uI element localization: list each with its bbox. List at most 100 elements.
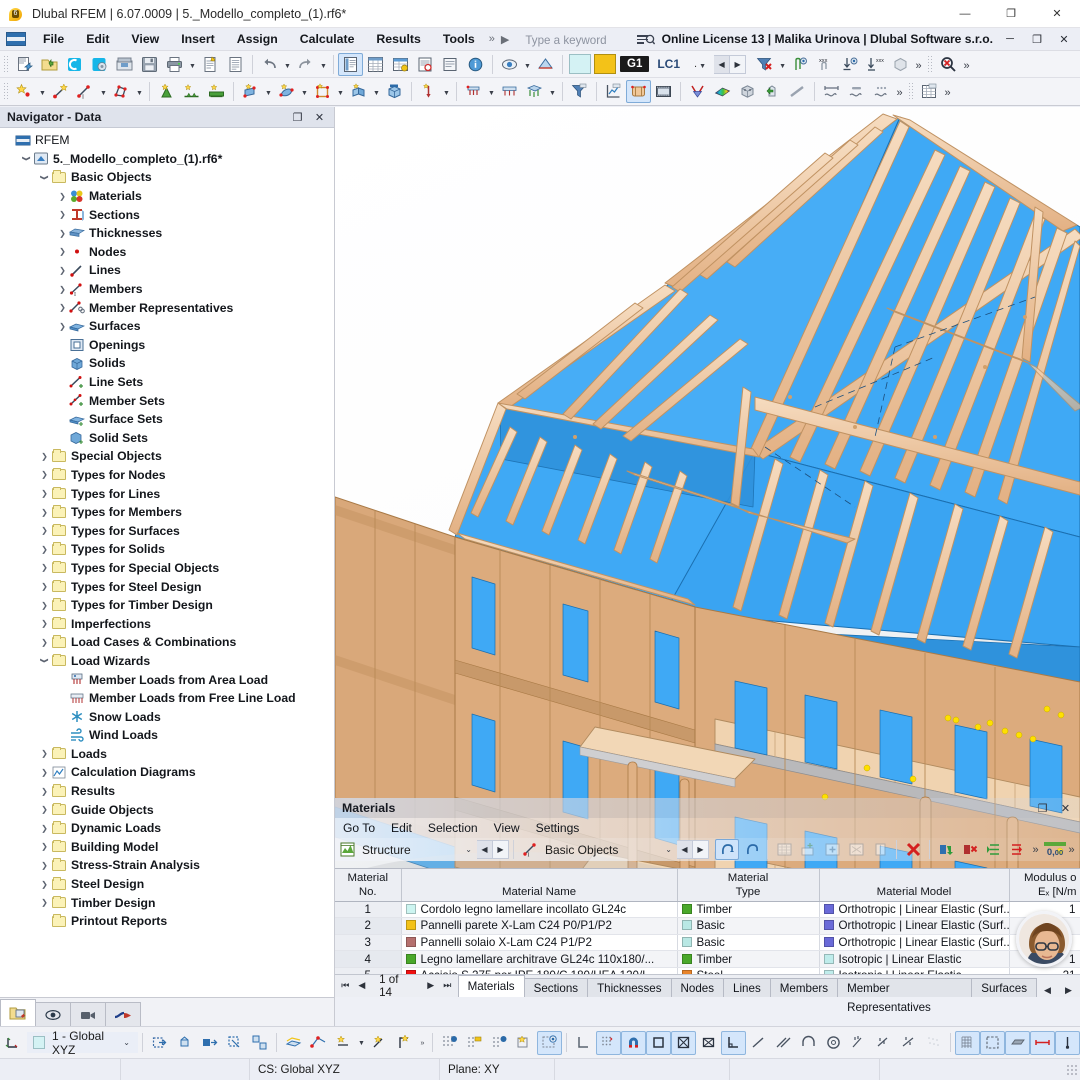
- grid-toggle-icon[interactable]: [462, 1031, 487, 1055]
- tab-results-navigator[interactable]: [105, 1002, 141, 1026]
- open-folder-icon[interactable]: [37, 53, 62, 76]
- snap-parallel-icon[interactable]: [771, 1031, 796, 1055]
- app-menu-icon[interactable]: [6, 32, 26, 46]
- pager-next-button[interactable]: ▶: [423, 980, 438, 991]
- new-nodal-load-icon[interactable]: [416, 80, 441, 103]
- materials-menu-selection[interactable]: Selection: [420, 820, 486, 836]
- chevron-right-icon[interactable]: ❯: [56, 247, 69, 256]
- cell-material-name[interactable]: Legno lamellare architrave GL24c 110x180…: [401, 951, 677, 968]
- view-section-icon[interactable]: [533, 53, 558, 76]
- snap-perpendicular-icon[interactable]: [721, 1031, 746, 1055]
- load-group-badge[interactable]: G1: [620, 56, 649, 72]
- new-nodal-load-dropdown-icon[interactable]: ▼: [441, 80, 452, 103]
- objects-combo-chevron[interactable]: ⌄: [665, 845, 677, 854]
- new-surface-icon[interactable]: [238, 80, 263, 103]
- chevron-right-icon[interactable]: ❯: [56, 322, 69, 331]
- load-case-label[interactable]: LC1: [649, 57, 688, 71]
- load-case-combo-value[interactable]: .: [688, 58, 697, 70]
- resize-grip-icon[interactable]: [1066, 1064, 1078, 1076]
- panel-close-icon[interactable]: ✕: [1054, 33, 1074, 46]
- cell-material-model[interactable]: Isotropic | Linear Elastic: [819, 951, 1009, 968]
- show-solids-icon[interactable]: [1005, 1031, 1030, 1055]
- surface-support-icon[interactable]: [204, 80, 229, 103]
- nav-item-stress-strain-analysis[interactable]: ❯Stress-Strain Analysis: [0, 856, 334, 875]
- new-line-icon[interactable]: [48, 80, 73, 103]
- cell-material-name[interactable]: Pannelli parete X-Lam C24 P0/P1/P2: [401, 918, 677, 935]
- toolbar2-overflow-icon-2[interactable]: »: [942, 80, 953, 103]
- chevron-right-icon[interactable]: ❯: [38, 452, 51, 461]
- nav-item-steel-design[interactable]: ❯Steel Design: [0, 875, 334, 894]
- nav-item-load-wizards[interactable]: ❱Load Wizards: [0, 652, 334, 671]
- menu-play-icon[interactable]: ▶: [498, 33, 512, 46]
- nav-item-materials[interactable]: ❯Materials: [0, 187, 334, 206]
- cell-material-type[interactable]: Basic: [677, 934, 819, 951]
- load-case-next-button[interactable]: ▶: [730, 55, 746, 74]
- nav-item-member-loads-from-free-line-load[interactable]: Member Loads from Free Line Load: [0, 689, 334, 708]
- nav-item-solid-sets[interactable]: Solid Sets: [0, 429, 334, 448]
- nav-item-building-model[interactable]: ❯Building Model: [0, 838, 334, 857]
- tab-materials[interactable]: Materials: [458, 975, 525, 997]
- color-spectrum-icon[interactable]: [710, 80, 735, 103]
- materials-menu-edit[interactable]: Edit: [383, 820, 420, 836]
- snap-arc-icon[interactable]: [796, 1031, 821, 1055]
- cell-material-name[interactable]: Pannelli solaio X-Lam C24 P1/P2: [401, 934, 677, 951]
- snap-extension-icon[interactable]: [871, 1031, 896, 1055]
- cell-material-model[interactable]: Isotropic | Linear Elastic: [819, 967, 1009, 974]
- table-grid-icon[interactable]: [917, 80, 942, 103]
- nav-item-members[interactable]: ❯IMembers: [0, 280, 334, 299]
- merge-cells-icon[interactable]: [844, 839, 868, 860]
- grid-snap-icon[interactable]: [437, 1031, 462, 1055]
- guide-objects-icon[interactable]: [438, 53, 463, 76]
- new-curved-surface-icon[interactable]: [274, 80, 299, 103]
- basic-objects-icon[interactable]: I: [518, 839, 542, 860]
- toolbar-grip-2[interactable]: [927, 55, 934, 74]
- show-hide-filter-icon[interactable]: [567, 80, 592, 103]
- nav-item-lines[interactable]: ❯Lines: [0, 261, 334, 280]
- chevron-right-icon[interactable]: ❯: [38, 582, 51, 591]
- toolbar-grip[interactable]: [3, 55, 10, 74]
- menu-view[interactable]: View: [120, 29, 170, 49]
- chevron-right-icon[interactable]: ❯: [38, 470, 51, 479]
- chevron-down-icon[interactable]: ❱: [22, 152, 31, 165]
- visibility-dropdown-icon[interactable]: ▼: [522, 53, 533, 76]
- nav-item-types-for-special-objects[interactable]: ❯Types for Special Objects: [0, 559, 334, 578]
- materials-menu-view[interactable]: View: [486, 820, 528, 836]
- nav-item-surfaces[interactable]: ❯Surfaces: [0, 317, 334, 336]
- bottombar-overflow-icon[interactable]: »: [417, 1031, 428, 1055]
- nav-item-guide-objects[interactable]: ❯Guide Objects: [0, 800, 334, 819]
- chevron-right-icon[interactable]: ❯: [38, 489, 51, 498]
- chevron-down-icon[interactable]: ❱: [40, 171, 49, 184]
- deformation-icon[interactable]: [685, 80, 710, 103]
- render-solid-icon[interactable]: [626, 80, 651, 103]
- nav-item-member-loads-from-area-load[interactable]: Member Loads from Area Load: [0, 670, 334, 689]
- nav-item-printout-reports[interactable]: Printout Reports: [0, 912, 334, 931]
- nav-item-results[interactable]: ❯Results: [0, 782, 334, 801]
- chevron-right-icon[interactable]: ❯: [38, 619, 51, 628]
- filter-clear-icon[interactable]: [752, 53, 777, 76]
- new-member-load-dropdown-icon[interactable]: ▼: [486, 80, 497, 103]
- chevron-right-icon[interactable]: ❯: [38, 508, 51, 517]
- snap-intersection-icon[interactable]: [896, 1031, 921, 1055]
- cell-material-model[interactable]: Orthotropic | Linear Elastic (Surf...: [819, 901, 1009, 918]
- objects-prev-button[interactable]: ◀: [677, 840, 693, 859]
- connect-members-icon[interactable]: [331, 1031, 356, 1055]
- menu-assign[interactable]: Assign: [226, 29, 289, 49]
- table-toggle-icon[interactable]: [363, 53, 388, 76]
- materials-menu-goto[interactable]: Go To: [335, 820, 383, 836]
- chevron-right-icon[interactable]: ❯: [38, 526, 51, 535]
- result-diagram-icon[interactable]: [601, 80, 626, 103]
- chevron-right-icon[interactable]: ❯: [38, 824, 51, 833]
- hide-nodes-icon[interactable]: xxx: [813, 53, 838, 76]
- color-swatch-yellow[interactable]: [594, 54, 616, 74]
- nav-item-types-for-surfaces[interactable]: ❯Types for Surfaces: [0, 521, 334, 540]
- nav-item-types-for-solids[interactable]: ❯Types for Solids: [0, 540, 334, 559]
- tab-surfaces[interactable]: Surfaces: [971, 978, 1037, 997]
- printout-report-icon[interactable]: [223, 53, 248, 76]
- col-material-type[interactable]: Material Type: [677, 869, 819, 901]
- tab-scroll-left-button[interactable]: ◀: [1040, 985, 1055, 996]
- chevron-right-icon[interactable]: ❯: [38, 842, 51, 851]
- print-dropdown-icon[interactable]: ▼: [187, 53, 198, 76]
- nav-item-member-sets[interactable]: Member Sets: [0, 391, 334, 410]
- nav-item-types-for-nodes[interactable]: ❯Types for Nodes: [0, 466, 334, 485]
- grid-points-icon[interactable]: [487, 1031, 512, 1055]
